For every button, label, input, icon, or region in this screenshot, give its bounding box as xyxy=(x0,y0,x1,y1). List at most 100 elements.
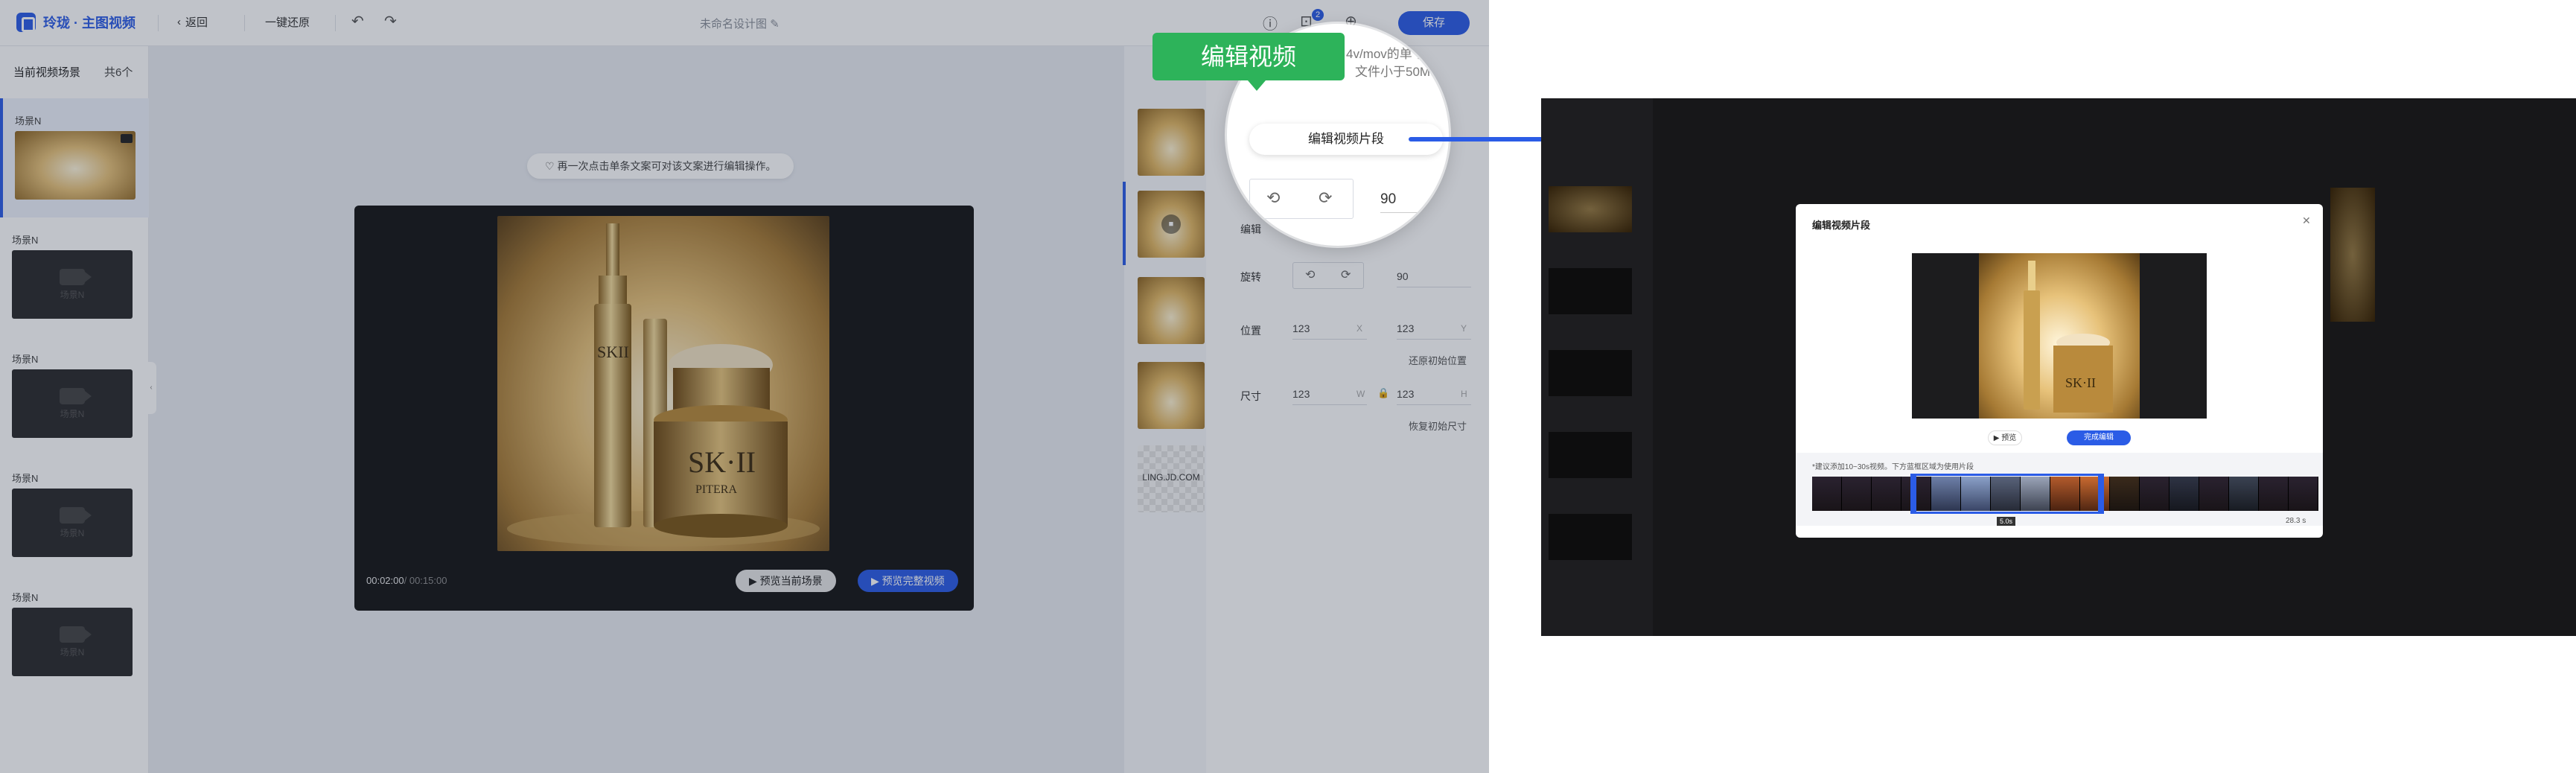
edit-video-callout: 编辑视频 xyxy=(1152,33,1345,91)
rotate-controls: ⟲ ⟳ xyxy=(1292,262,1364,289)
edit-segment-modal: 编辑视频片段 ✕ SK·II ▶ 预览 完成编辑 *建议添加10~30s视频。下… xyxy=(1796,204,2323,538)
scene-item[interactable]: 场景N 场景N xyxy=(0,217,149,337)
total-time: / 00:15:00 xyxy=(404,575,447,586)
scene-placeholder: 场景N xyxy=(60,527,85,538)
size-label: 尺寸 xyxy=(1240,390,1261,402)
finish-edit-button[interactable]: 完成编辑 xyxy=(2067,430,2131,445)
undo-icon[interactable]: ↶ xyxy=(351,12,364,31)
collapse-panel-handle[interactable]: ‹ xyxy=(146,362,156,414)
scene-thumbnail xyxy=(15,131,136,200)
pencil-icon[interactable]: ✎ xyxy=(770,18,780,31)
camera-icon xyxy=(60,387,92,404)
segment-right-handle[interactable] xyxy=(2098,474,2104,514)
watermark-resource[interactable]: LING.JD.COM xyxy=(1138,445,1205,512)
h-unit: H xyxy=(1461,389,1467,399)
position-x-input[interactable]: 123 xyxy=(1292,317,1367,340)
resource-thumbnail[interactable]: ■ xyxy=(1138,191,1205,258)
edit-tip: ♡ 再一次点击单条文案可对该文案进行编辑操作。 xyxy=(527,153,794,179)
save-button[interactable]: 保存 xyxy=(1398,11,1470,35)
rotate-controls-zoom: ⟲ ⟳ xyxy=(1249,179,1354,219)
scene-item[interactable]: 场景N 场景N xyxy=(0,575,149,694)
logo-icon xyxy=(16,13,36,32)
scene-placeholder: 场景N xyxy=(60,408,85,419)
scene-label: 场景N xyxy=(12,592,39,603)
scene-item[interactable]: 场景N 场景N xyxy=(0,456,149,575)
modal-title: 编辑视频片段 xyxy=(1812,220,1871,231)
x-unit: X xyxy=(1356,323,1363,334)
camera-icon xyxy=(60,506,92,524)
edit-label: 编辑 xyxy=(1240,223,1261,235)
scene-label: 场景N xyxy=(15,115,42,127)
size-hint: 文件小于50M xyxy=(1355,65,1431,79)
help-icon[interactable]: ⓘ xyxy=(1263,12,1278,34)
restore-button[interactable]: 一键还原 xyxy=(265,14,310,30)
reset-position-link[interactable]: 还原初始位置 xyxy=(1409,353,1467,367)
redo-icon[interactable]: ↷ xyxy=(384,12,397,31)
document-title[interactable]: 未命名设计图 ✎ xyxy=(700,16,780,31)
scene-thumbnail: 场景N xyxy=(12,489,133,557)
scene-placeholder: 场景N xyxy=(60,289,85,300)
rotate-input[interactable]: 90 xyxy=(1397,265,1471,287)
product-image[interactable]: SKII SK·II PITERA xyxy=(497,216,829,551)
resource-thumbnail[interactable] xyxy=(1138,109,1205,176)
lock-icon[interactable]: 🔒 xyxy=(1377,387,1389,399)
video-icon: ■ xyxy=(1161,214,1181,234)
resource-thumbnail[interactable] xyxy=(1138,277,1205,344)
watermark-text: LING.JD.COM xyxy=(1142,472,1200,483)
video-total-duration: 28.3 s xyxy=(2286,517,2306,525)
preview-full-button[interactable]: ▶ 预览完整视频 xyxy=(858,570,958,592)
app-name: 玲珑 · 主图视频 xyxy=(43,16,136,31)
position-label: 位置 xyxy=(1240,325,1261,337)
rotate-right-icon[interactable]: ⟳ xyxy=(1319,188,1332,208)
scene-placeholder: 场景N xyxy=(60,646,85,658)
height-input[interactable]: 123 xyxy=(1397,383,1471,405)
selection-duration: 5.0s xyxy=(1997,517,2016,526)
scenes-count: 共6个 xyxy=(104,66,133,79)
scene-thumbnail: 场景N xyxy=(12,369,133,438)
width-input[interactable]: 123 xyxy=(1292,383,1367,405)
preview-scene-label: 预览当前场景 xyxy=(759,575,823,587)
scene-label: 场景N xyxy=(12,235,39,246)
edit-segment-screen: 编辑视频片段 ✕ SK·II ▶ 预览 完成编辑 *建议添加10~30s视频。下… xyxy=(1541,98,2576,636)
w-unit: W xyxy=(1356,389,1365,399)
rotate-right-icon[interactable]: ⟳ xyxy=(1341,267,1351,282)
scene-thumbnail: 场景N xyxy=(12,250,133,319)
modal-preview-label: 预览 xyxy=(2001,434,2017,442)
scenes-panel: 当前视频场景 共6个 场景N 场景N 场景N 场景N 场景N 场景N 场景N 场… xyxy=(0,46,149,773)
play-icon: ▶ xyxy=(871,575,882,587)
scene-label: 场景N xyxy=(12,354,39,365)
rotate-value-zoom[interactable]: 90 xyxy=(1380,186,1440,213)
rotate-label: 旋转 xyxy=(1240,271,1261,283)
segment-selection[interactable] xyxy=(1910,474,2104,514)
modal-preview-button[interactable]: ▶ 预览 xyxy=(1988,430,2022,445)
divider xyxy=(335,15,336,31)
format-hint: 4v/mov的单个 xyxy=(1346,47,1425,61)
preview-scene-button[interactable]: ▶ 预览当前场景 xyxy=(736,570,836,592)
bottle-brand: SKII xyxy=(597,343,629,361)
scene-item[interactable]: 场景N xyxy=(0,98,149,217)
reset-size-link[interactable]: 恢复初始尺寸 xyxy=(1409,419,1467,433)
selected-resource-indicator xyxy=(1123,182,1126,265)
skii-product-illustration: SKII SK·II PITERA xyxy=(507,223,820,547)
divider xyxy=(158,15,159,31)
document-title-text: 未命名设计图 xyxy=(700,18,768,31)
rotate-left-icon[interactable]: ⟲ xyxy=(1266,188,1280,208)
app-logo[interactable]: 玲珑 · 主图视频 xyxy=(16,13,136,32)
scene-item[interactable]: 场景N 场景N xyxy=(0,337,149,456)
current-time: 00:02:00 xyxy=(366,575,404,586)
scene-label: 场景N xyxy=(12,473,39,484)
back-label: 返回 xyxy=(185,16,208,29)
close-icon[interactable]: ✕ xyxy=(2302,214,2311,227)
resource-thumbnail[interactable] xyxy=(1138,362,1205,429)
rotate-left-icon[interactable]: ⟲ xyxy=(1305,267,1315,282)
scenes-title: 当前视频场景 xyxy=(13,66,81,79)
modal-product-image: SK·II xyxy=(1979,253,2140,419)
back-button[interactable]: ‹ 返回 xyxy=(177,14,208,30)
position-y-input[interactable]: 123 xyxy=(1397,317,1471,340)
segment-left-handle[interactable] xyxy=(1910,474,1916,514)
cart-badge: 2 xyxy=(1312,9,1324,21)
skii-product-illustration: SK·II xyxy=(2024,261,2113,413)
jar-brand: SK·II xyxy=(2065,375,2096,390)
divider xyxy=(244,15,245,31)
edit-tip-text: 再一次点击单条文案可对该文案进行编辑操作。 xyxy=(557,160,777,172)
